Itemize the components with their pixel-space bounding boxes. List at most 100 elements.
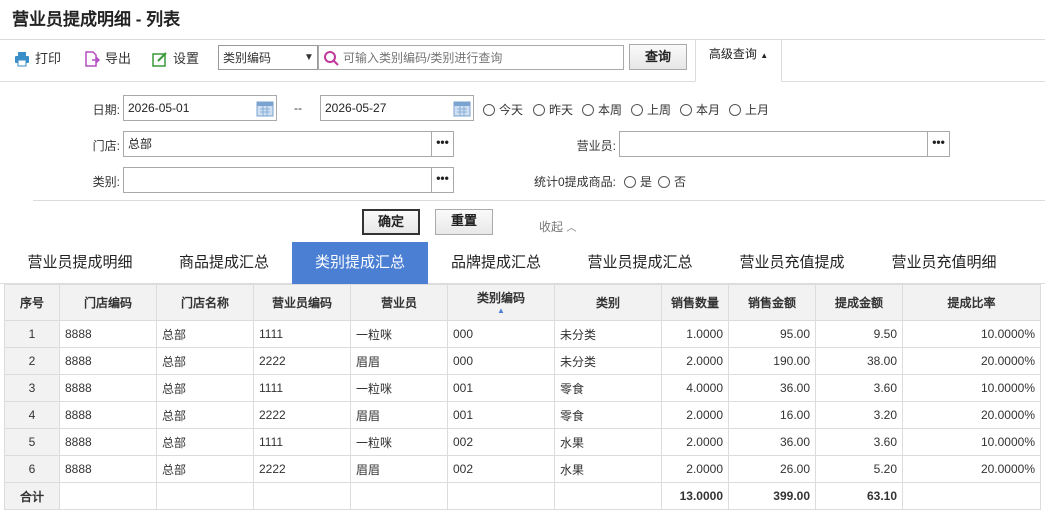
search-field-value: 类别编码 bbox=[223, 51, 272, 65]
cell-seq: 3 bbox=[4, 374, 60, 402]
cell-salesperson: 眉眉 bbox=[350, 347, 448, 375]
reset-button[interactable]: 重置 bbox=[435, 209, 493, 235]
date-from-input[interactable]: 2026-05-01 bbox=[123, 95, 277, 121]
col-header[interactable]: 门店名称 bbox=[156, 284, 254, 321]
table-row[interactable]: 5 8888 总部 1111 一粒咪 002 水果 2.0000 36.00 3… bbox=[4, 428, 1041, 456]
printer-icon bbox=[15, 52, 29, 67]
advanced-query-tab[interactable]: 高级查询 ▲ bbox=[695, 39, 782, 82]
col-header[interactable]: 营业员编码 bbox=[253, 284, 351, 321]
radio-today[interactable]: 今天 bbox=[483, 101, 523, 118]
salesperson-input[interactable]: ••• bbox=[619, 131, 950, 157]
radio-zero-yes[interactable]: 是 bbox=[624, 173, 652, 190]
col-header[interactable]: 类别 bbox=[554, 284, 662, 321]
empty-cell bbox=[350, 482, 448, 510]
radio-icon bbox=[680, 103, 692, 116]
table-row[interactable]: 1 8888 总部 1111 一粒咪 000 未分类 1.0000 95.00 … bbox=[4, 320, 1041, 348]
cell-amount: 36.00 bbox=[728, 374, 816, 402]
radio-last-week[interactable]: 上周 bbox=[631, 101, 671, 118]
calendar-icon[interactable] bbox=[256, 99, 274, 117]
store-input[interactable]: 总部 ••• bbox=[123, 131, 454, 157]
radio-this-month[interactable]: 本月 bbox=[680, 101, 720, 118]
tab-product-commission-summary[interactable]: 商品提成汇总 bbox=[152, 242, 296, 284]
cell-commission: 5.20 bbox=[815, 455, 903, 483]
table-row[interactable]: 3 8888 总部 1111 一粒咪 001 零食 4.0000 36.00 3… bbox=[4, 374, 1041, 402]
cell-seq: 6 bbox=[4, 455, 60, 483]
radio-this-week[interactable]: 本周 bbox=[582, 101, 622, 118]
tab-salesperson-commission-summary[interactable]: 营业员提成汇总 bbox=[568, 242, 712, 284]
chevron-up-icon: ︿ bbox=[566, 223, 577, 234]
col-header-sorted[interactable]: 类别编码 ▲ bbox=[447, 284, 555, 321]
col-header[interactable]: 营业员 bbox=[350, 284, 448, 321]
cell-seq: 1 bbox=[4, 320, 60, 348]
cell-seq: 5 bbox=[4, 428, 60, 456]
empty-cell bbox=[59, 482, 157, 510]
search-field-select[interactable]: 类别编码 ▼ bbox=[218, 45, 318, 70]
data-table: 序号 门店编码 门店名称 营业员编码 营业员 类别编码 ▲ 类别 销售数量 销售… bbox=[4, 284, 1041, 510]
radio-yesterday[interactable]: 昨天 bbox=[533, 101, 573, 118]
cell-category: 水果 bbox=[554, 455, 662, 483]
sort-asc-icon: ▲ bbox=[497, 306, 505, 315]
empty-cell bbox=[447, 482, 555, 510]
export-button[interactable]: 导出 bbox=[84, 48, 131, 70]
cell-store-name: 总部 bbox=[156, 374, 254, 402]
tab-brand-commission-summary[interactable]: 品牌提成汇总 bbox=[424, 242, 568, 284]
table-row[interactable]: 6 8888 总部 2222 眉眉 002 水果 2.0000 26.00 5.… bbox=[4, 455, 1041, 483]
cell-store-code: 8888 bbox=[59, 347, 157, 375]
cell-qty: 4.0000 bbox=[661, 374, 729, 402]
cell-rate: 10.0000% bbox=[902, 428, 1041, 456]
col-header[interactable]: 序号 bbox=[4, 284, 60, 321]
cell-salesperson: 一粒咪 bbox=[350, 428, 448, 456]
radio-icon bbox=[729, 103, 741, 116]
tab-category-commission-summary[interactable]: 类别提成汇总 bbox=[292, 242, 428, 284]
col-header[interactable]: 销售金额 bbox=[728, 284, 816, 321]
cell-store-code: 8888 bbox=[59, 455, 157, 483]
cell-rate: 10.0000% bbox=[902, 320, 1041, 348]
salesperson-label: 营业员: bbox=[576, 139, 616, 153]
date-to-input[interactable]: 2026-05-27 bbox=[320, 95, 474, 121]
category-picker-button[interactable]: ••• bbox=[431, 167, 453, 193]
col-header-label: 类别编码 bbox=[476, 291, 525, 305]
print-button[interactable]: 打印 bbox=[14, 48, 61, 70]
export-icon bbox=[85, 51, 100, 67]
query-button[interactable]: 查询 bbox=[629, 44, 687, 70]
cell-amount: 26.00 bbox=[728, 455, 816, 483]
radio-icon bbox=[582, 103, 594, 116]
radio-label: 上周 bbox=[647, 103, 672, 117]
cell-salesperson: 一粒咪 bbox=[350, 374, 448, 402]
date-separator: -- bbox=[294, 101, 302, 115]
table-row[interactable]: 2 8888 总部 2222 眉眉 000 未分类 2.0000 190.00 … bbox=[4, 347, 1041, 375]
report-tabs: 营业员提成明细 商品提成汇总 类别提成汇总 品牌提成汇总 营业员提成汇总 营业员… bbox=[0, 242, 1045, 284]
salesperson-picker-button[interactable]: ••• bbox=[927, 131, 949, 157]
category-input[interactable]: ••• bbox=[123, 167, 454, 193]
radio-label: 本月 bbox=[696, 103, 721, 117]
col-header[interactable]: 门店编码 bbox=[59, 284, 157, 321]
tab-salesperson-commission-detail[interactable]: 营业员提成明细 bbox=[8, 242, 152, 284]
confirm-button[interactable]: 确定 bbox=[362, 209, 420, 235]
cell-store-name: 总部 bbox=[156, 455, 254, 483]
collapse-toggle[interactable]: 收起 ︿ bbox=[539, 218, 576, 235]
cell-store-name: 总部 bbox=[156, 347, 254, 375]
radio-zero-no[interactable]: 否 bbox=[658, 173, 686, 190]
advanced-query-label: 高级查询 bbox=[708, 47, 757, 61]
cell-category: 未分类 bbox=[554, 347, 662, 375]
date-label: 日期: bbox=[92, 103, 120, 117]
col-header[interactable]: 销售数量 bbox=[661, 284, 729, 321]
cell-store-code: 8888 bbox=[59, 428, 157, 456]
calendar-icon[interactable] bbox=[453, 99, 471, 117]
search-input[interactable] bbox=[343, 50, 613, 65]
settings-button[interactable]: 设置 bbox=[152, 48, 199, 70]
cell-seq: 2 bbox=[4, 347, 60, 375]
cell-store-code: 8888 bbox=[59, 374, 157, 402]
radio-last-month[interactable]: 上月 bbox=[729, 101, 769, 118]
col-header[interactable]: 提成比率 bbox=[902, 284, 1041, 321]
edit-settings-icon bbox=[152, 52, 167, 67]
col-header[interactable]: 提成金额 bbox=[815, 284, 903, 321]
empty-cell bbox=[156, 482, 254, 510]
cell-salesperson-code: 2222 bbox=[253, 401, 351, 429]
cell-category-code: 000 bbox=[447, 347, 555, 375]
table-row[interactable]: 4 8888 总部 2222 眉眉 001 零食 2.0000 16.00 3.… bbox=[4, 401, 1041, 429]
tab-salesperson-recharge-commission[interactable]: 营业员充值提成 bbox=[720, 242, 864, 284]
total-amount: 399.00 bbox=[728, 482, 816, 510]
store-picker-button[interactable]: ••• bbox=[431, 131, 453, 157]
tab-salesperson-recharge-detail[interactable]: 营业员充值明细 bbox=[872, 242, 1016, 284]
